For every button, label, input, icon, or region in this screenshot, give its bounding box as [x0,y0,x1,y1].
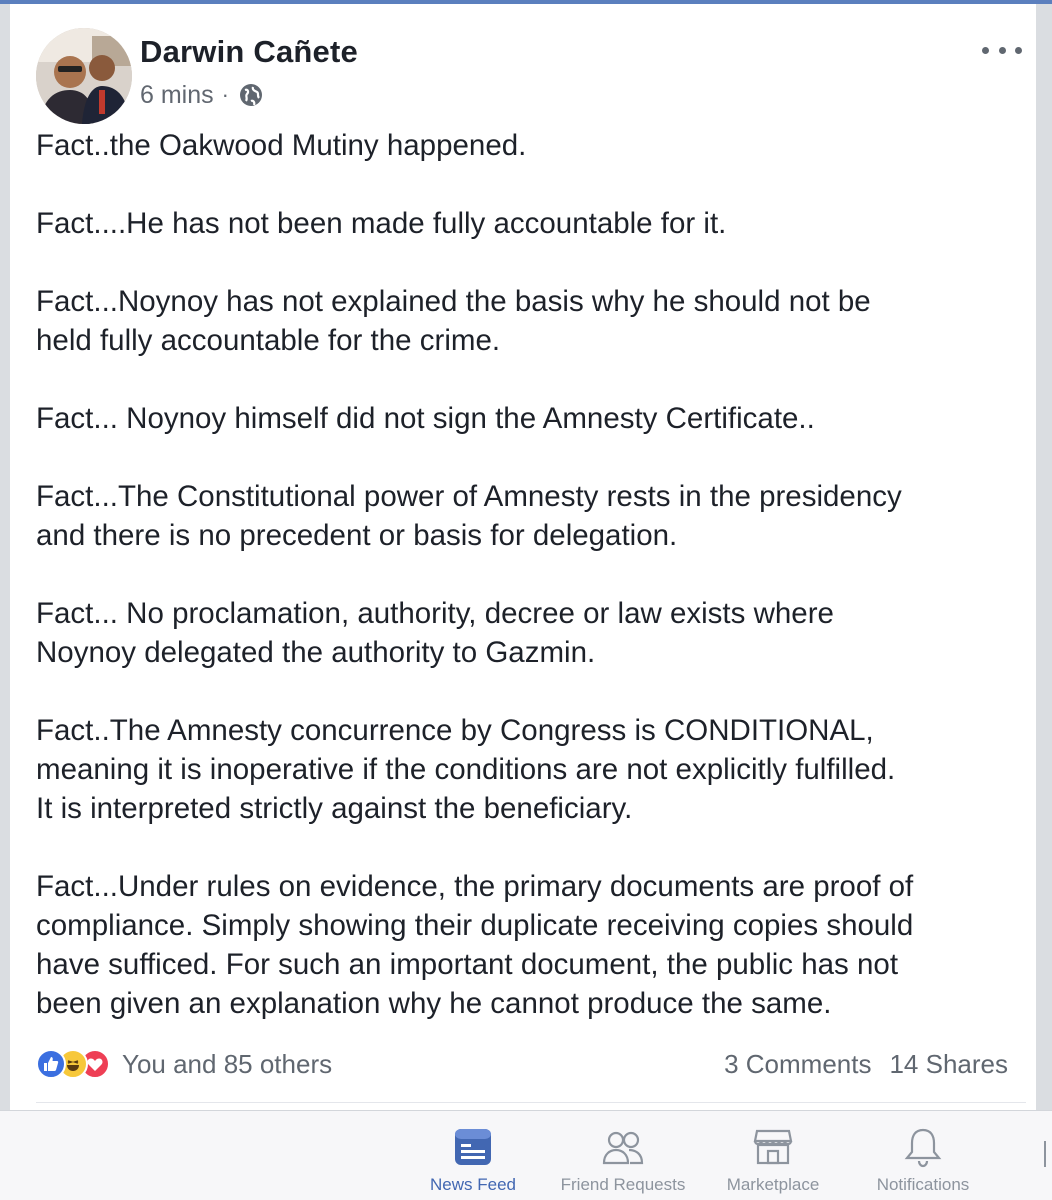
tab-label: Notifications [876,1175,970,1194]
meta-separator: · [221,82,229,107]
post-paragraph: Fact..The Amnesty concurrence by Congres… [36,714,896,825]
reactions-count[interactable]: You and 85 others [122,1049,332,1080]
news-feed-icon [455,1129,491,1165]
feed-post: Darwin Cañete 6 mins · Fact..the Oakwood… [10,4,1036,1110]
notifications-icon [904,1128,942,1168]
post-time[interactable]: 6 mins [140,81,214,110]
more-dot [998,46,1006,54]
post-body: Fact..the Oakwood Mutiny happened. Fact.… [36,126,1026,1023]
comments-count[interactable]: 3 Comments [724,1049,871,1080]
bottom-tab-bar: News Feed Friend Requests Marketplace No… [0,1110,1052,1200]
tab-friend-requests[interactable]: Friend Requests [548,1111,698,1200]
tab-news-feed[interactable]: News Feed [398,1111,548,1200]
more-dot [982,46,989,54]
reactions-summary[interactable]: You and 85 others [36,1044,332,1084]
post-meta: 6 mins · [140,78,265,112]
engagement-counts: 3 Comments 14 Shares [724,1044,1008,1084]
feed-background-right [1036,4,1052,1110]
post-paragraph: Fact..the Oakwood Mutiny happened. [36,129,527,162]
tab-marketplace[interactable]: Marketplace [698,1111,848,1200]
tab-label: News Feed [430,1175,516,1194]
post-paragraph: Fact... No proclamation, authority, decr… [36,597,834,669]
post-paragraph: Fact... Noynoy himself did not sign the … [36,402,815,435]
post-divider [36,1102,1026,1103]
avatar-photo [36,28,132,124]
tab-notifications[interactable]: Notifications [848,1111,998,1200]
like-icon [36,1049,66,1079]
post-paragraph: Fact...Noynoy has not explained the basi… [36,285,871,357]
marketplace-icon [753,1129,793,1165]
reaction-icons [36,1049,110,1079]
post-paragraph: Fact...Under rules on evidence, the prim… [36,870,914,1020]
more-tab-edge[interactable] [1044,1141,1046,1167]
author-avatar[interactable] [36,28,132,124]
more-dot [1015,46,1022,54]
shares-count[interactable]: 14 Shares [889,1049,1008,1080]
tab-label: Marketplace [726,1175,820,1194]
post-paragraph: Fact....He has not been made fully accou… [36,207,727,240]
friend-requests-icon [602,1131,644,1165]
tab-label: Friend Requests [560,1175,686,1194]
post-paragraph: Fact...The Constitutional power of Amnes… [36,480,902,552]
more-options-icon[interactable] [982,38,1022,62]
globe-icon [239,84,262,106]
feed-background-left [0,4,10,1110]
author-name[interactable]: Darwin Cañete [140,34,358,70]
